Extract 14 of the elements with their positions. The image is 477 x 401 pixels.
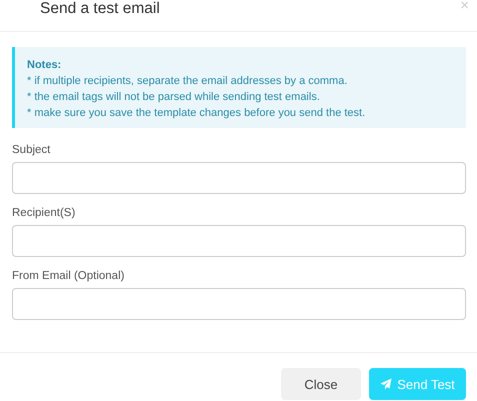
- close-button[interactable]: Close: [281, 368, 361, 400]
- input-field[interactable]: [12, 288, 466, 320]
- note-line: * make sure you save the template changes before you send the test.: [27, 106, 366, 121]
- input-field[interactable]: [12, 162, 466, 194]
- paper-plane-icon: [380, 378, 392, 390]
- field-label: Subject: [12, 144, 52, 156]
- notes-heading: Notes:: [27, 58, 62, 73]
- dialog-title: Send a test email: [40, 0, 160, 18]
- field-label: Recipient(S): [12, 207, 76, 219]
- input-field[interactable]: [12, 225, 466, 257]
- send-test-button[interactable]: Send Test: [369, 368, 466, 400]
- field-label: From Email (Optional): [12, 270, 126, 282]
- note-line: * if multiple recipients, separate the email addresses by a comma.: [27, 74, 348, 89]
- note-line: * the email tags will not be parsed while sending test emails.: [27, 90, 321, 105]
